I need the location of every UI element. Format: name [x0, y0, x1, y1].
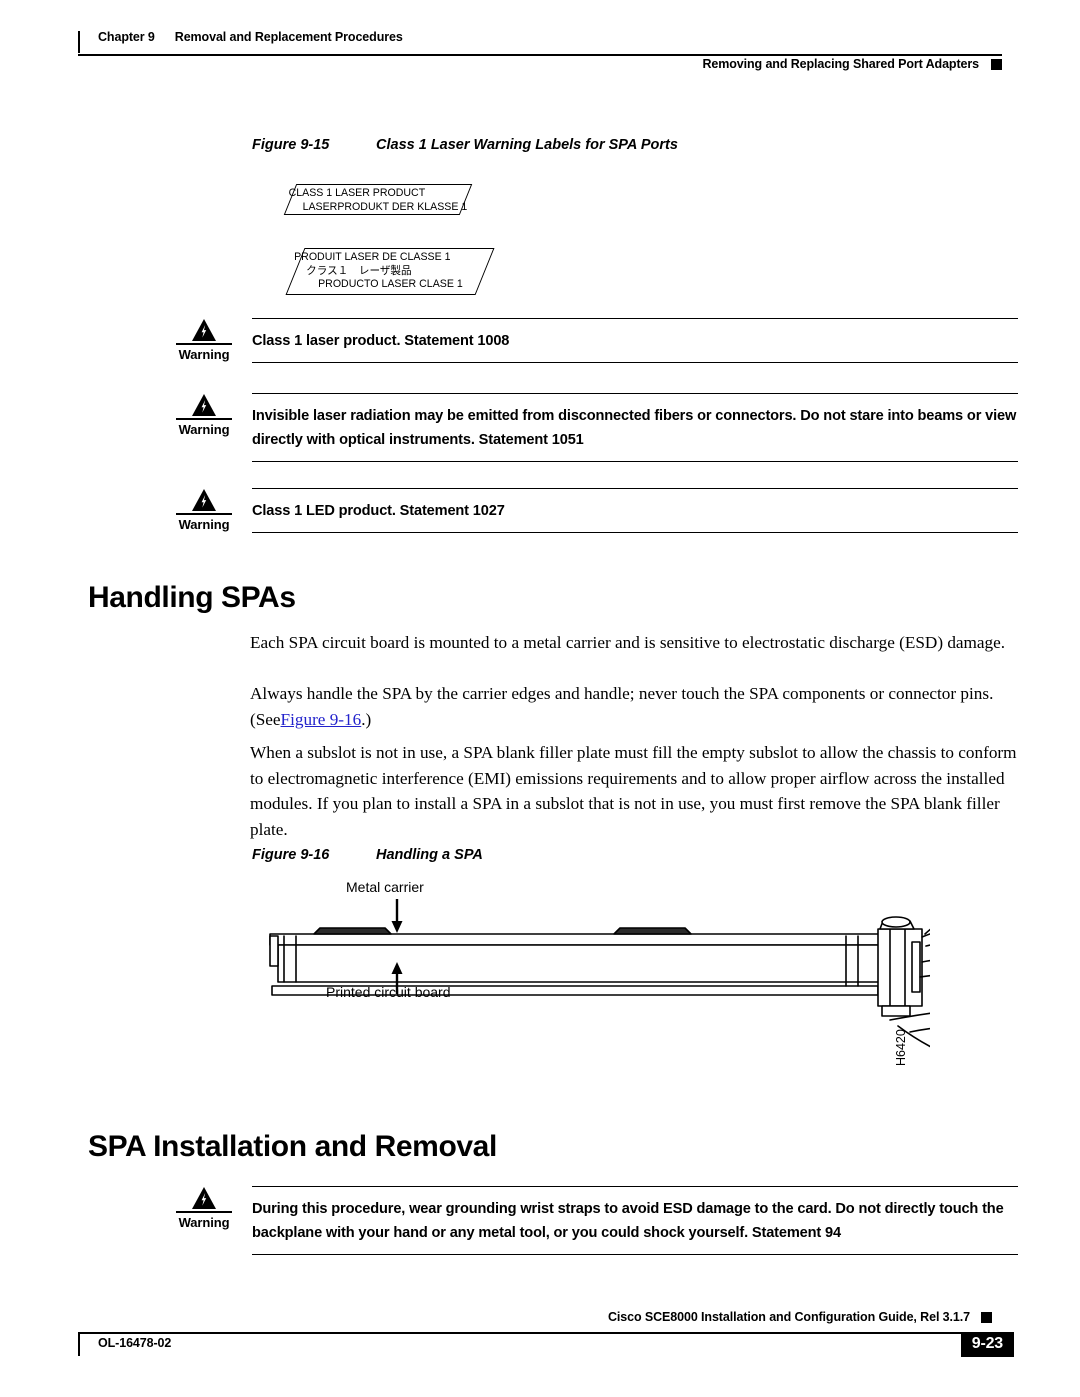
- callout-metal-carrier-label: Metal carrier: [346, 879, 424, 895]
- warning-icon-column: Warning: [166, 1186, 242, 1230]
- warning-text: Class 1 LED product. Statement 1027: [252, 503, 505, 520]
- warning-triangle-lightning-icon: [192, 1187, 216, 1209]
- figure-9-15-number: Figure 9-15: [252, 137, 330, 153]
- warning-rule-bottom: [252, 532, 1018, 534]
- paragraph-esd-sensitivity: Each SPA circuit board is mounted to a m…: [250, 633, 1006, 652]
- handling-a-spa-drawing: [269, 907, 1080, 1075]
- warning-body: Invisible laser radiation may be emitted…: [252, 393, 1018, 463]
- header-chapter-title: Removal and Replacement Procedures: [174, 30, 403, 44]
- footer-page-number: 9-23: [960, 1332, 1014, 1357]
- laser-label-line: クラス１ レーザ製品: [306, 264, 412, 277]
- warning-label: Warning: [178, 516, 230, 532]
- figure-9-16-title: Handling a SPA: [376, 847, 483, 863]
- laser-label-line: LASERPRODUKT DER KLASSE 1: [302, 200, 468, 213]
- figure-9-15-caption: Figure 9-15 Class 1 Laser Warning Labels …: [252, 137, 678, 153]
- laser-label-line: PRODUCTO LASER CLASE 1: [318, 278, 463, 290]
- paragraph-blank-filler-plate: When a subslot is not in use, a SPA blan…: [250, 743, 1017, 839]
- footer-document-number: OL-16478-02: [98, 1336, 172, 1350]
- laser-label-class-1-laser-product: CLASS 1 LASER PRODUCT LASERPRODUKT DER K…: [283, 184, 473, 215]
- footer-left-tick: [78, 1334, 80, 1356]
- warning-body: Class 1 LED product. Statement 1027: [252, 488, 1018, 534]
- header-rule: [78, 54, 1002, 56]
- warning-icon-column: Warning: [166, 318, 242, 362]
- figure-9-16-caption: Figure 9-16 Handling a SPA: [252, 847, 483, 863]
- laser-label-line: CLASS 1 LASER PRODUCT: [288, 187, 426, 199]
- figure-9-16-illustration: Metal carrier Printed circuit board H642…: [250, 874, 1080, 1075]
- warning-triangle-lightning-icon: [192, 319, 216, 341]
- warning-triangle-lightning-icon: [192, 489, 216, 511]
- header-chapter-number: Chapter 9: [98, 30, 155, 44]
- footer-rule: [78, 1332, 980, 1334]
- section-heading-spa-installation-and-removal: SPA Installation and Removal: [88, 1130, 497, 1163]
- warning-icon-column: Warning: [166, 393, 242, 437]
- header-running-head: Removing and Replacing Shared Port Adapt…: [702, 57, 1002, 71]
- laser-label-line: PRODUIT LASER DE CLASSE 1: [294, 251, 451, 263]
- figure-9-16-link[interactable]: Figure 9-16: [281, 710, 362, 729]
- page-header: Chapter 9 Removal and Replacement Proced…: [78, 30, 1002, 86]
- warning-label: Warning: [178, 1214, 230, 1230]
- footer-square-marker-icon: [981, 1312, 992, 1323]
- warning-text: Class 1 laser product. Statement 1008: [252, 333, 510, 350]
- warning-rule-bottom: [252, 1254, 1018, 1256]
- header-chapter-line: Chapter 9 Removal and Replacement Proced…: [78, 30, 403, 44]
- footer-guide-title: Cisco SCE8000 Installation and Configura…: [607, 1310, 970, 1324]
- warning-rule-bottom: [252, 362, 1018, 364]
- warning-label: Warning: [178, 421, 230, 437]
- header-running-head-text: Removing and Replacing Shared Port Adapt…: [702, 57, 979, 71]
- warning-label: Warning: [178, 346, 230, 362]
- warning-icon-rule: [176, 343, 232, 345]
- warning-text: During this procedure, wear grounding wr…: [252, 1201, 1004, 1242]
- warning-body: Class 1 laser product. Statement 1008: [252, 318, 1018, 364]
- laser-label-produit-laser-de-classe-1: PRODUIT LASER DE CLASSE 1 クラス１ レーザ製品 PRO…: [285, 248, 495, 295]
- warning-icon-rule: [176, 418, 232, 420]
- document-page: Chapter 9 Removal and Replacement Proced…: [0, 0, 1080, 1397]
- page-footer: Cisco SCE8000 Installation and Configura…: [78, 1310, 1014, 1370]
- header-square-marker-icon: [991, 58, 1002, 70]
- section-heading-handling-spas: Handling SPAs: [88, 581, 296, 614]
- warning-text: Invisible laser radiation may be emitted…: [252, 408, 1017, 449]
- figure-9-15-title: Class 1 Laser Warning Labels for SPA Por…: [376, 137, 678, 153]
- paragraph-text-after-link: .): [361, 709, 372, 729]
- paragraph-handle-by-carrier: Always handle the SPA by the carrier edg…: [250, 681, 1022, 732]
- figure-9-16-number: Figure 9-16: [252, 847, 330, 863]
- warning-icon-column: Warning: [166, 488, 242, 532]
- warning-triangle-lightning-icon: [192, 394, 216, 416]
- callout-printed-circuit-board-label: Printed circuit board: [326, 984, 451, 1000]
- figure-art-id: H6420: [894, 1029, 908, 1066]
- warning-icon-rule: [176, 1211, 232, 1213]
- warning-body: During this procedure, wear grounding wr…: [252, 1186, 1018, 1256]
- callout-metal-carrier-arrow-icon: [391, 899, 403, 933]
- warning-icon-rule: [176, 513, 232, 515]
- warning-rule-bottom: [252, 461, 1018, 463]
